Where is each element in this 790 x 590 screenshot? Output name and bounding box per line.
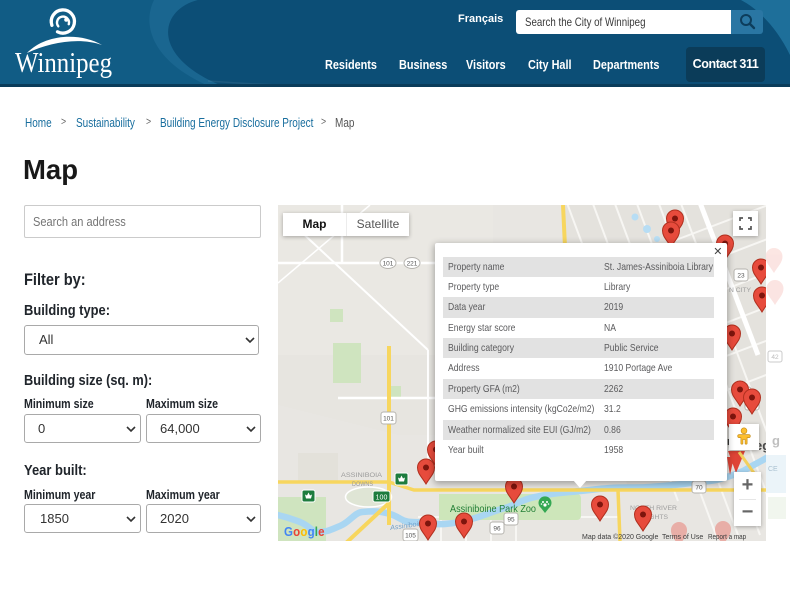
svg-text:221: 221 [407,261,418,268]
svg-text:105: 105 [405,533,416,540]
svg-text:70: 70 [695,485,703,492]
svg-text:101: 101 [383,416,394,423]
svg-text:g: g [772,433,780,448]
svg-text:23: 23 [737,273,745,280]
svg-text:101: 101 [383,261,394,268]
svg-text:100: 100 [376,495,388,502]
svg-text:96: 96 [493,526,501,533]
svg-text:CE: CE [768,466,778,473]
svg-text:ASSINIBOIA: ASSINIBOIA [341,473,382,479]
svg-text:42: 42 [771,354,779,361]
svg-text:DOWNS: DOWNS [352,482,373,488]
svg-text:N CITY: N CITY [729,288,751,294]
svg-text:Winnipeg: Winnipeg [15,47,112,79]
svg-text:95: 95 [507,517,515,524]
